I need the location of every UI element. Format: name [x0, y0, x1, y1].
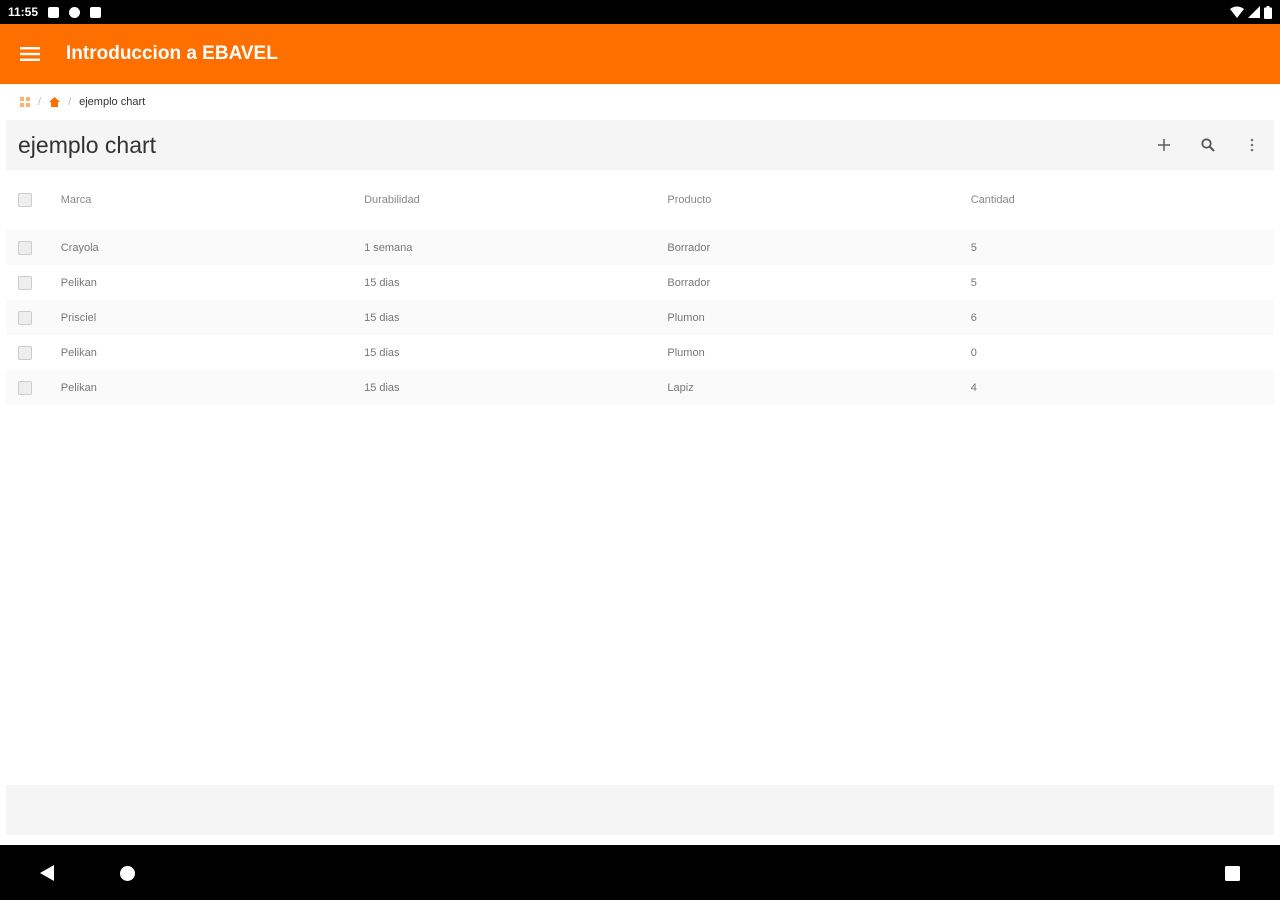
more-vert-icon — [1250, 138, 1254, 152]
hamburger-menu-icon — [20, 47, 40, 61]
table-row[interactable]: Prisciel 15 dias Plumon 6 — [6, 300, 1274, 335]
row-checkbox[interactable] — [18, 310, 32, 325]
nav-home-button[interactable] — [116, 862, 138, 884]
table-header-row: Marca Durabilidad Producto Cantidad — [6, 178, 1274, 222]
cell-cantidad: 5 — [970, 241, 977, 254]
search-button[interactable] — [1186, 123, 1230, 167]
table-row[interactable]: Pelikan 15 dias Plumon 0 — [6, 335, 1274, 370]
cell-producto: Lapiz — [667, 381, 694, 394]
cell-producto: Borrador — [667, 241, 711, 254]
page-header: ejemplo chart — [6, 120, 1274, 170]
cell-durabilidad: 15 dias — [364, 276, 400, 289]
row-checkbox[interactable] — [18, 380, 32, 395]
footer-bar — [6, 785, 1274, 835]
row-checkbox[interactable] — [18, 240, 32, 255]
cell-durabilidad: 15 dias — [364, 381, 400, 394]
cell-producto: Plumon — [667, 346, 705, 359]
breadcrumb-current: ejemplo chart — [79, 96, 146, 108]
cell-marca: Prisciel — [60, 311, 97, 324]
table-row[interactable]: Pelikan 15 dias Lapiz 4 — [6, 370, 1274, 405]
cell-marca: Pelikan — [60, 276, 97, 289]
app-title: Introduccion a EBAVEL — [66, 43, 278, 64]
breadcrumb-separator: / — [68, 96, 72, 108]
cell-durabilidad: 1 semana — [364, 241, 413, 254]
column-header-cantidad[interactable]: Cantidad — [971, 194, 1274, 206]
status-time: 11:55 — [8, 5, 39, 19]
cell-durabilidad: 15 dias — [364, 311, 400, 324]
table-row[interactable]: Pelikan 15 dias Borrador 5 — [6, 265, 1274, 300]
cell-marca: Crayola — [60, 241, 99, 254]
cell-marca: Pelikan — [60, 346, 97, 359]
notification-icon — [48, 6, 60, 18]
breadcrumb-separator: / — [38, 96, 42, 108]
add-icon — [1158, 139, 1170, 151]
cell-durabilidad: 15 dias — [364, 346, 400, 359]
more-options-button[interactable] — [1230, 123, 1274, 167]
column-header-marca[interactable]: Marca — [61, 194, 364, 206]
cell-cantidad: 4 — [970, 381, 977, 394]
page-title: ejemplo chart — [18, 131, 157, 158]
row-checkbox[interactable] — [18, 345, 32, 360]
cell-cantidad: 5 — [970, 276, 977, 289]
menu-button[interactable] — [0, 24, 60, 84]
cell-producto: Borrador — [667, 276, 711, 289]
apps-grid-icon — [20, 97, 30, 107]
wifi-icon — [1230, 6, 1244, 18]
status-bar: 11:55 — [0, 0, 1280, 24]
breadcrumb-home-link[interactable] — [49, 97, 61, 107]
battery-icon — [1264, 5, 1272, 19]
add-button[interactable] — [1142, 123, 1186, 167]
home-icon — [49, 97, 61, 107]
search-icon — [1201, 138, 1215, 152]
nav-recents-button[interactable] — [1221, 862, 1243, 884]
back-icon — [40, 865, 54, 881]
column-header-durabilidad[interactable]: Durabilidad — [364, 194, 667, 206]
cell-marca: Pelikan — [60, 381, 97, 394]
column-header-producto[interactable]: Producto — [667, 194, 970, 206]
page-actions — [1142, 123, 1274, 167]
cell-producto: Plumon — [667, 311, 705, 324]
breadcrumb: / / ejemplo chart — [20, 92, 145, 112]
app-bar: Introduccion a EBAVEL — [0, 24, 1280, 84]
cell-signal-icon — [1248, 6, 1260, 18]
table-row[interactable]: Crayola 1 semana Borrador 5 — [6, 230, 1274, 265]
cell-cantidad: 6 — [970, 311, 977, 324]
row-checkbox[interactable] — [18, 275, 32, 290]
home-circle-icon — [119, 865, 135, 881]
recents-icon — [1224, 865, 1240, 881]
app-notification-icon — [69, 6, 81, 18]
nav-back-button[interactable] — [36, 862, 58, 884]
system-nav-bar — [0, 845, 1280, 900]
cell-cantidad: 0 — [970, 346, 977, 359]
data-table: Marca Durabilidad Producto Cantidad Cray… — [6, 178, 1274, 405]
breadcrumb-apps-link[interactable] — [20, 97, 30, 107]
sd-card-icon — [90, 6, 102, 18]
select-all-checkbox[interactable] — [18, 193, 32, 207]
